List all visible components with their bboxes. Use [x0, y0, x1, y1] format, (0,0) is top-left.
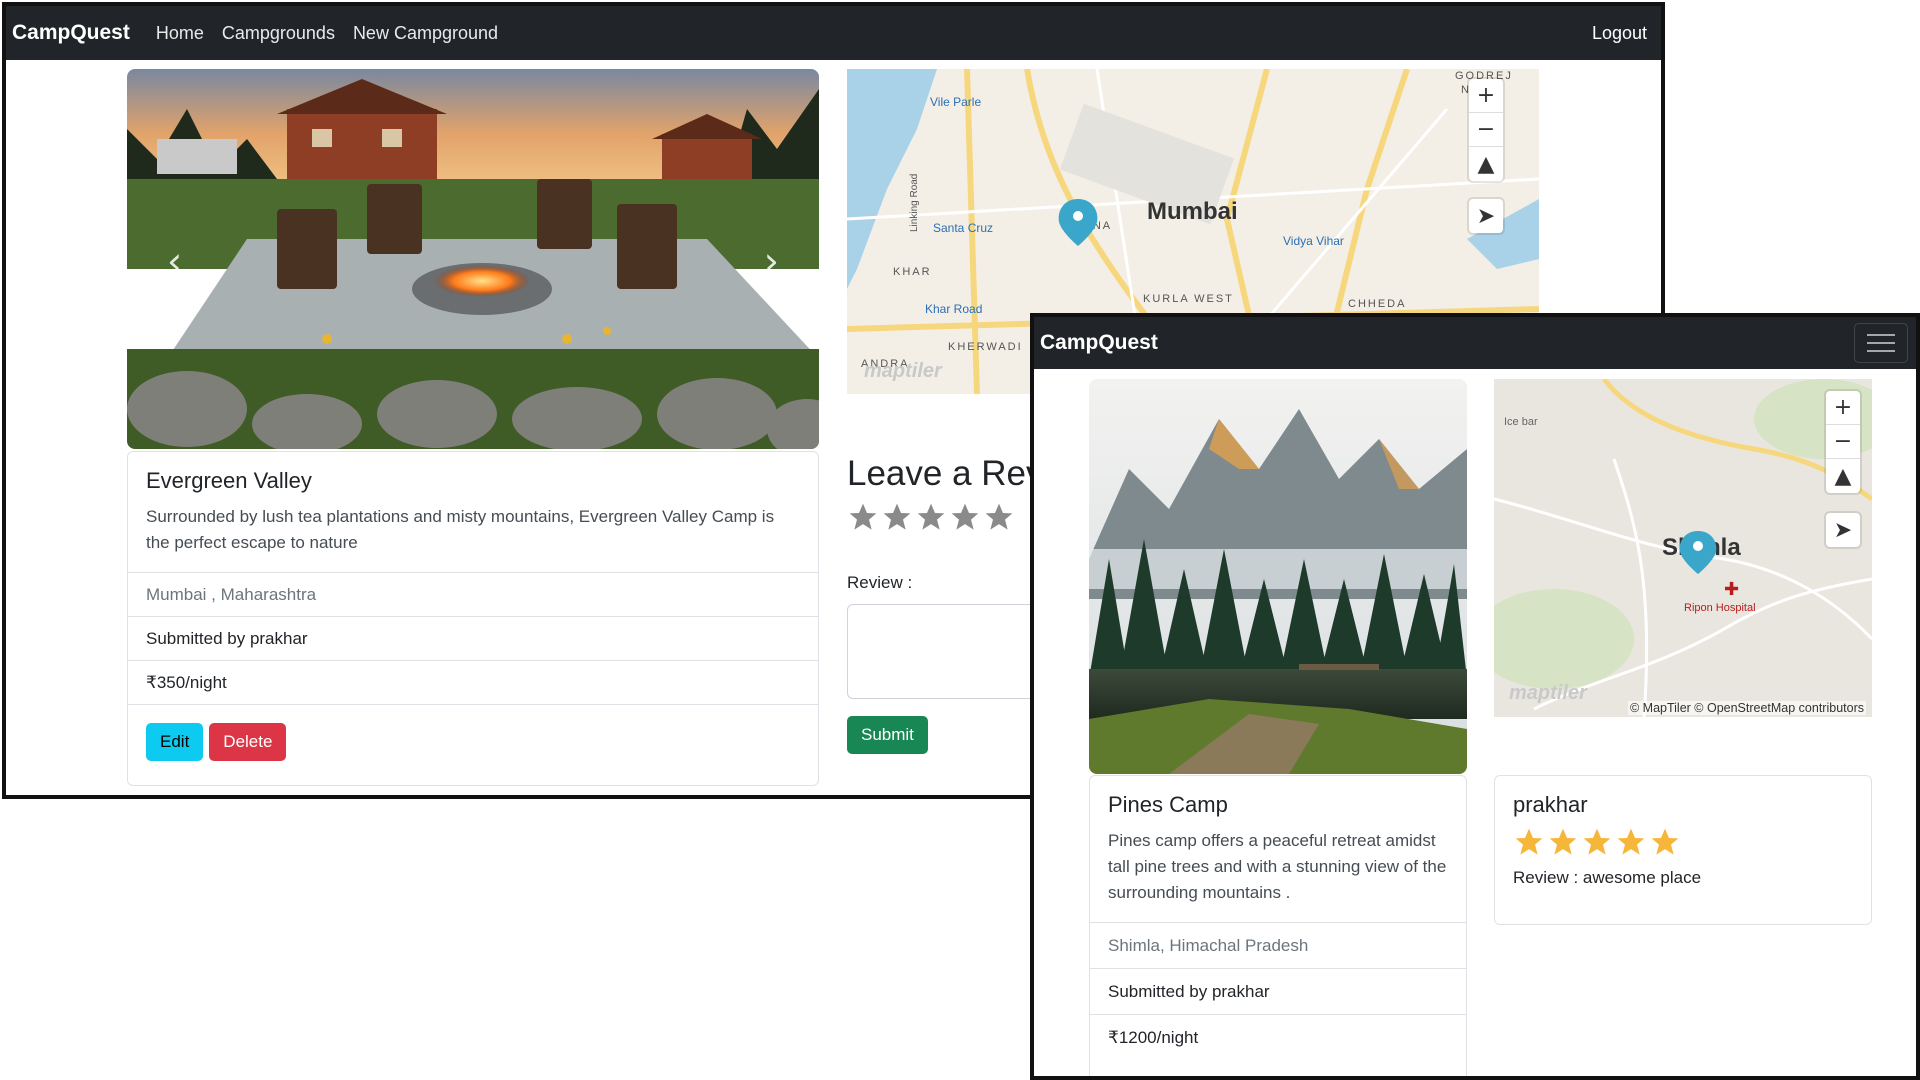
review-author: prakhar — [1513, 792, 1588, 817]
compass-icon[interactable]: ▲ — [1826, 459, 1860, 493]
map-label-khar-road: Khar Road — [925, 302, 982, 316]
delete-button[interactable]: Delete — [209, 723, 287, 761]
campground-location: Shimla, Himachal Pradesh — [1090, 922, 1466, 968]
carousel-next-icon[interactable]: › — [764, 239, 779, 283]
hamburger-menu-icon[interactable] — [1854, 323, 1908, 363]
carousel-prev-icon[interactable]: ‹ — [167, 239, 182, 283]
maptiler-logo: maptiler — [864, 360, 943, 382]
star-filled-icon — [1515, 828, 1543, 855]
maptiler-logo: maptiler — [1509, 682, 1588, 704]
map-zoom-controls: + − ▲ — [1469, 79, 1503, 181]
logout-link[interactable]: Logout — [1592, 23, 1647, 44]
rating-star-icon[interactable] — [915, 501, 947, 533]
navbar-mobile: CampQuest — [1034, 317, 1916, 369]
nav-new-campground[interactable]: New Campground — [353, 23, 498, 44]
zoom-out-icon[interactable]: − — [1826, 425, 1860, 459]
review-card: prakhar Review : awesome place — [1494, 775, 1872, 925]
campground-price: ₹350/night — [128, 660, 818, 704]
campground-card: Pines Camp Pines camp offers a peaceful … — [1089, 775, 1467, 1076]
geolocate-icon[interactable]: ➤ — [1469, 199, 1503, 233]
campground-photo — [1089, 379, 1467, 774]
hospital-icon: ✚ — [1724, 579, 1739, 600]
star-filled-icon — [1583, 828, 1611, 855]
review-form-heading: Leave a Rev — [847, 454, 1044, 493]
map-label-santa-cruz: Santa Cruz — [933, 221, 993, 235]
map-label-khar: KHAR — [893, 266, 932, 278]
campground-author: Submitted by prakhar — [128, 616, 818, 660]
campground-description: Pines camp offers a peaceful retreat ami… — [1108, 831, 1447, 902]
brand-logo[interactable]: CampQuest — [1040, 331, 1158, 355]
nav-home[interactable]: Home — [156, 23, 204, 44]
browser-window-pines: CampQuest Pines Camp Pines camp offers a… — [1030, 313, 1920, 1080]
compass-icon[interactable]: ▲ — [1469, 147, 1503, 181]
map-geolocate-control: ➤ — [1826, 513, 1860, 547]
nav-campgrounds[interactable]: Campgrounds — [222, 23, 335, 44]
navbar: CampQuest Home Campgrounds New Campgroun… — [6, 6, 1661, 60]
campground-location: Mumbai , Maharashtra — [128, 572, 818, 616]
rating-star-icon[interactable] — [983, 501, 1015, 533]
campground-map[interactable]: Ice bar Ripon Hospital Shimla ✚ maptiler… — [1494, 379, 1872, 717]
rating-star-icon[interactable] — [847, 501, 879, 533]
map-label-ripon-hospital: Ripon Hospital — [1684, 602, 1756, 614]
campground-card: Evergreen Valley Surrounded by lush tea … — [127, 451, 819, 786]
map-geolocate-control: ➤ — [1469, 199, 1503, 233]
star-filled-icon — [1651, 828, 1679, 855]
map-canvas[interactable]: Ice bar Ripon Hospital Shimla ✚ maptiler — [1494, 379, 1872, 717]
star-filled-icon — [1549, 828, 1577, 855]
rating-star-icon[interactable] — [949, 501, 981, 533]
brand-logo[interactable]: CampQuest — [12, 21, 130, 45]
campfire-image — [127, 69, 819, 449]
campground-title: Evergreen Valley — [146, 468, 312, 493]
campground-price: ₹1200/night — [1090, 1014, 1466, 1060]
submit-review-button[interactable]: Submit — [847, 716, 928, 754]
map-zoom-controls: + − ▲ — [1826, 391, 1860, 493]
map-city-label: Mumbai — [1147, 198, 1238, 225]
map-attribution[interactable]: © MapTiler © OpenStreetMap contributors — [1627, 701, 1866, 715]
review-label: Review : — [847, 573, 913, 592]
campground-author: Submitted by prakhar — [1090, 968, 1466, 1014]
map-label-vidya-vihar: Vidya Vihar — [1283, 234, 1344, 248]
review-text: Review : awesome place — [1513, 868, 1702, 887]
campground-photo-carousel: ‹ › — [127, 69, 819, 449]
map-label-kurla-west: KURLA WEST — [1143, 293, 1234, 305]
zoom-in-icon[interactable]: + — [1826, 391, 1860, 425]
zoom-out-icon[interactable]: − — [1469, 113, 1503, 147]
campground-description: Surrounded by lush tea plantations and m… — [146, 507, 775, 552]
map-label-vile-parle: Vile Parle — [930, 95, 981, 109]
review-rating-stars — [1513, 826, 1853, 858]
zoom-in-icon[interactable]: + — [1469, 79, 1503, 113]
map-label-chheda: CHHEDA — [1348, 298, 1406, 310]
geolocate-icon[interactable]: ➤ — [1826, 513, 1860, 547]
map-label-kherwadi: KHERWADI — [948, 341, 1023, 353]
star-filled-icon — [1617, 828, 1645, 855]
map-label-linking-road: Linking Road — [909, 174, 920, 232]
star-rating-input[interactable] — [847, 501, 1015, 533]
mountain-lake-image — [1089, 379, 1467, 774]
rating-star-icon[interactable] — [881, 501, 913, 533]
edit-button[interactable]: Edit — [146, 723, 204, 761]
campground-title: Pines Camp — [1108, 792, 1228, 817]
map-label-ice-bar: Ice bar — [1504, 416, 1538, 428]
